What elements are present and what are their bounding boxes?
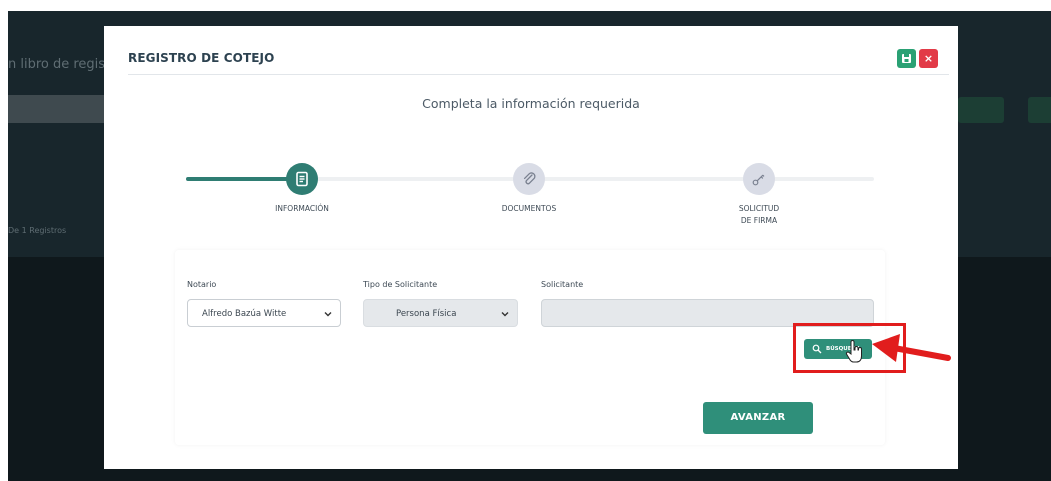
background-green-button-2 — [1028, 97, 1051, 123]
step-informacion-label: INFORMACIÓN — [275, 204, 329, 213]
background-search-bar — [8, 95, 108, 123]
background-green-button — [958, 97, 1004, 123]
background-page-title: n libro de regist — [8, 57, 111, 72]
step-informacion[interactable] — [286, 163, 318, 195]
form-card: Notario Tipo de Solicitante Solicitante … — [175, 250, 885, 445]
step-documentos-label: DOCUMENTOS — [501, 204, 557, 213]
paperclip-icon — [523, 172, 536, 185]
stepper-progress — [186, 177, 302, 181]
avanzar-button[interactable]: AVANZAR — [703, 402, 813, 434]
tipo-solicitante-value: Persona Física — [396, 309, 457, 319]
step-solicitud-label-line2: DE FIRMA — [740, 216, 778, 225]
modal-subtitle: Completa la información requerida — [422, 96, 640, 111]
solicitante-label: Solicitante — [541, 280, 584, 289]
header-divider — [128, 74, 949, 75]
modal-title: REGISTRO DE COTEJO — [128, 51, 275, 65]
close-button[interactable]: × — [919, 49, 938, 68]
background-records-count: De 1 Registros — [8, 226, 67, 235]
step-solicitud-label-line1: SOLICITUD — [738, 204, 780, 213]
registro-cotejo-modal: REGISTRO DE COTEJO × Completa la informa… — [104, 26, 958, 469]
chevron-down-icon — [501, 312, 509, 317]
close-icon: × — [923, 52, 934, 65]
step-documentos[interactable] — [513, 163, 545, 195]
notario-select-value: Alfredo Bazúa Witte — [202, 309, 287, 319]
step-solicitud-firma[interactable] — [743, 163, 775, 195]
floppy-disk-icon — [902, 54, 911, 63]
tipo-solicitante-select[interactable]: Persona Física — [363, 299, 518, 327]
tipo-solicitante-label: Tipo de Solicitante — [363, 280, 438, 289]
chevron-down-icon — [324, 312, 332, 317]
save-button[interactable] — [897, 49, 916, 68]
notario-select[interactable]: Alfredo Bazúa Witte — [187, 299, 341, 327]
hand-cursor-icon — [845, 340, 862, 363]
key-icon — [752, 174, 765, 186]
notario-label: Notario — [187, 280, 217, 289]
step-solicitud-firma-label: SOLICITUD DE FIRMA — [699, 203, 819, 227]
annotation-arrow-icon — [872, 334, 951, 362]
document-icon — [296, 171, 308, 187]
